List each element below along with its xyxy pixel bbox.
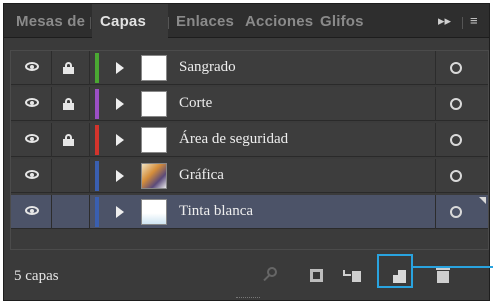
column-divider — [89, 51, 90, 85]
layer-thumbnail — [141, 127, 167, 153]
layer-row[interactable]: Área de seguridad — [11, 123, 488, 157]
expand-triangle-icon[interactable] — [116, 206, 124, 218]
tab-enlaces[interactable]: Enlaces — [176, 13, 234, 30]
layer-color-bar — [95, 53, 99, 83]
column-divider — [89, 159, 90, 193]
lock-toggle[interactable] — [63, 206, 74, 218]
panel-footer: 5 capas — [4, 256, 489, 300]
expand-triangle-icon[interactable] — [116, 62, 124, 74]
layer-count: 5 capas — [14, 268, 59, 284]
tab-separator — [168, 17, 169, 29]
column-divider — [51, 195, 52, 229]
lock-toggle[interactable] — [63, 170, 74, 182]
expand-triangle-icon[interactable] — [116, 134, 124, 146]
layer-color-bar — [95, 89, 99, 119]
lock-icon[interactable] — [63, 62, 74, 74]
visibility-eye-icon[interactable] — [25, 134, 39, 143]
layer-color-bar — [95, 161, 99, 191]
layer-name[interactable]: Sangrado — [179, 59, 236, 76]
new-sublayer-icon[interactable] — [342, 266, 361, 284]
layer-color-bar — [95, 125, 99, 155]
trash-icon[interactable] — [434, 266, 452, 284]
target-circle-icon[interactable] — [450, 98, 462, 110]
layer-thumbnail — [141, 91, 167, 117]
tab-mesas-de-trabajo[interactable]: Mesas de — [16, 13, 85, 30]
target-circle-icon[interactable] — [450, 134, 462, 146]
visibility-eye-icon[interactable] — [25, 170, 39, 179]
tab-glifos[interactable]: Glifos — [320, 13, 364, 30]
search-icon[interactable] — [262, 266, 280, 284]
layers-list: Sangrado Corte Área de seguridad Gráfica… — [10, 50, 489, 250]
callout-line — [413, 266, 493, 268]
expand-triangle-icon[interactable] — [116, 170, 124, 182]
expand-triangle-icon[interactable] — [116, 98, 124, 110]
layer-row[interactable]: Sangrado — [11, 51, 488, 85]
column-divider — [89, 195, 90, 229]
layer-thumbnail — [141, 199, 167, 225]
column-divider — [435, 123, 436, 157]
column-divider — [51, 123, 52, 157]
tab-capas[interactable]: Capas — [100, 13, 146, 30]
layer-thumbnail — [141, 163, 167, 189]
column-divider — [51, 87, 52, 121]
make-clipping-mask-icon[interactable] — [307, 266, 325, 284]
selection-indicator-icon — [479, 197, 486, 204]
panel-tab-bar: Mesas de Capas Enlaces Acciones Glifos ▸… — [4, 4, 489, 38]
collapse-panel-icon[interactable]: ▸▸ — [438, 13, 451, 29]
layer-name[interactable]: Área de seguridad — [179, 131, 288, 148]
layer-row[interactable]: Gráfica — [11, 159, 488, 193]
layer-row[interactable]: Corte — [11, 87, 488, 121]
column-divider — [51, 51, 52, 85]
column-divider — [435, 159, 436, 193]
layer-color-bar — [95, 197, 99, 227]
tab-separator — [90, 17, 91, 29]
column-divider — [51, 159, 52, 193]
layer-name[interactable]: Corte — [179, 95, 212, 112]
layers-panel: Mesas de Capas Enlaces Acciones Glifos ▸… — [3, 3, 490, 301]
tab-acciones[interactable]: Acciones — [245, 13, 313, 30]
lock-icon[interactable] — [63, 98, 74, 110]
layer-name[interactable]: Tinta blanca — [179, 203, 253, 220]
visibility-eye-icon[interactable] — [25, 206, 39, 215]
target-circle-icon[interactable] — [450, 170, 462, 182]
layer-thumbnail — [141, 55, 167, 81]
target-circle-icon[interactable] — [450, 206, 462, 218]
tab-separator — [462, 17, 463, 29]
column-divider — [435, 87, 436, 121]
visibility-eye-icon[interactable] — [25, 62, 39, 71]
column-divider — [89, 123, 90, 157]
column-divider — [435, 51, 436, 85]
column-divider — [435, 195, 436, 229]
lock-icon[interactable] — [63, 134, 74, 146]
resize-grip[interactable] — [236, 297, 260, 301]
column-divider — [89, 87, 90, 121]
target-circle-icon[interactable] — [450, 62, 462, 74]
new-layer-highlight — [377, 254, 413, 288]
visibility-eye-icon[interactable] — [25, 98, 39, 107]
panel-menu-icon[interactable]: ≡ — [470, 13, 478, 28]
layer-row[interactable]: Tinta blanca — [11, 195, 488, 229]
layer-name[interactable]: Gráfica — [179, 167, 224, 184]
